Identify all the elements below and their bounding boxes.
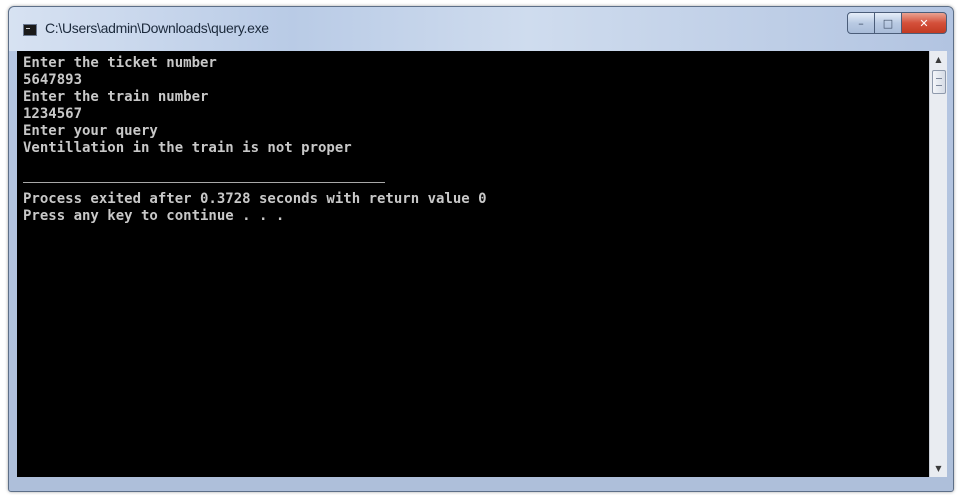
caption-buttons: – □ ✕ xyxy=(847,12,947,34)
console-text: Enter the ticket number 5647893 Enter the … xyxy=(23,55,487,225)
maximize-button[interactable]: □ xyxy=(875,12,902,34)
scrollbar-thumb[interactable] xyxy=(932,70,946,94)
console-output-area[interactable]: Enter the ticket number 5647893 Enter the … xyxy=(17,51,929,477)
scroll-down-arrow-icon[interactable]: ▼ xyxy=(930,460,947,477)
window-title: C:\Users\admin\Downloads\query.exe xyxy=(45,20,269,36)
scroll-up-arrow-icon[interactable]: ▲ xyxy=(930,51,947,68)
console-line: Process exited after 0.3728 seconds with… xyxy=(23,191,487,207)
console-line: Enter the train number xyxy=(23,89,209,105)
console-app-icon[interactable] xyxy=(23,24,37,36)
console-line: Press any key to continue . . . xyxy=(23,208,285,224)
console-line: 5647893 xyxy=(23,72,83,88)
console-line: Enter your query xyxy=(23,123,158,139)
title-bar[interactable]: C:\Users\admin\Downloads\query.exe – □ ✕ xyxy=(9,7,953,51)
minimize-button[interactable]: – xyxy=(847,12,875,34)
console-window: C:\Users\admin\Downloads\query.exe – □ ✕… xyxy=(8,6,954,492)
console-line: 1234567 xyxy=(23,106,83,122)
vertical-scrollbar[interactable]: ▲ ▼ xyxy=(929,51,947,477)
console-line: Enter the ticket number xyxy=(23,55,217,71)
separator-line xyxy=(23,182,385,183)
console-line: Ventillation in the train is not proper xyxy=(23,140,352,156)
close-button[interactable]: ✕ xyxy=(902,12,947,34)
